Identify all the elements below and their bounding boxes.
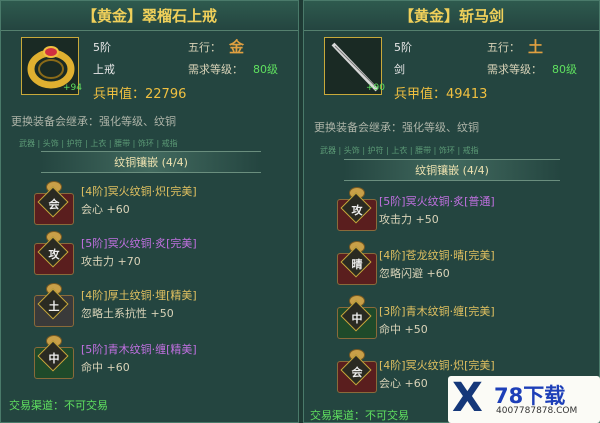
gem-slot-1-icon[interactable]: 会 <box>31 179 77 227</box>
required-level-label: 需求等级： <box>188 63 243 76</box>
gem-name: [5阶]青木纹铜·缠[精美] <box>81 343 197 356</box>
gem-stat: 攻击力 +50 <box>379 213 439 226</box>
item-tooltip-right: 【黄金】斩马剑 +90 5阶 五行： 土 剑 需求等级： 80级 兵甲值：494… <box>303 0 600 423</box>
trade-channel: 交易渠道：不可交易 <box>9 399 108 412</box>
gem-stat: 忽略土系抗性 +50 <box>81 307 174 320</box>
gem-stat: 会心 +60 <box>379 377 428 390</box>
defense-value: 兵甲值：49413 <box>394 87 488 102</box>
gem-stat: 命中 +50 <box>379 323 428 336</box>
gem-name: [3阶]青木纹铜·缠[完美] <box>379 305 495 318</box>
gem-name: [5阶]冥火纹铜·炙[普通] <box>379 195 495 208</box>
element-glyph: 土 <box>528 38 544 56</box>
gem-slot-2-icon[interactable]: 攻 <box>31 229 77 277</box>
gem-name: [4阶]苍龙纹铜·晴[完美] <box>379 249 495 262</box>
watermark-url: 4007787878.COM <box>496 406 578 416</box>
gem-name: [4阶]冥火纹铜·炽[完美] <box>379 359 495 372</box>
section-header: 纹铜镶嵌 (4/4) <box>344 159 560 181</box>
gem-stat: 命中 +60 <box>81 361 130 374</box>
enhance-level: +90 <box>366 83 385 93</box>
item-tier: 5阶 <box>394 41 412 54</box>
item-slot: 上戒 <box>93 63 115 76</box>
item-title: 【黄金】斩马剑 <box>304 1 599 31</box>
item-title: 【黄金】翠榴石上戒 <box>1 1 298 31</box>
gem-slot-1-icon[interactable]: 攻 <box>334 185 380 233</box>
element-label: 五行： <box>188 41 221 54</box>
gem-slot-2-icon[interactable]: 晴 <box>334 239 380 287</box>
section-header: 纹铜镶嵌 (4/4) <box>41 151 261 173</box>
item-tier: 5阶 <box>93 41 111 54</box>
gem-slot-3-icon[interactable]: 土 <box>31 281 77 329</box>
gem-name: [4阶]厚土纹铜·埋[精美] <box>81 289 197 302</box>
required-level-value: 80级 <box>552 63 577 76</box>
inherit-note: 更换装备会继承：强化等级、纹铜 <box>314 121 479 134</box>
watermark-logo-icon: X <box>452 375 483 421</box>
required-level-value: 80级 <box>253 63 278 76</box>
trade-channel: 交易渠道：不可交易 <box>310 409 409 422</box>
gem-name: [5阶]冥火纹铜·炙[完美] <box>81 237 197 250</box>
gem-slot-4-icon[interactable]: 会 <box>334 347 380 395</box>
enhance-level: +94 <box>63 83 82 93</box>
gem-stat: 忽略闪避 +60 <box>379 267 450 280</box>
site-watermark: X 78下载 4007787878.COM <box>448 376 600 423</box>
defense-value: 兵甲值：22796 <box>93 87 187 102</box>
item-tooltip-left: 【黄金】翠榴石上戒 +94 5阶 五行： 金 上戒 需求等级： 80级 兵甲值：… <box>0 0 299 423</box>
gem-stat: 攻击力 +70 <box>81 255 141 268</box>
gem-stat: 会心 +60 <box>81 203 130 216</box>
inherit-note: 更换装备会继承：强化等级、纹铜 <box>11 115 176 128</box>
gem-slot-4-icon[interactable]: 中 <box>31 333 77 381</box>
equipment-tabs[interactable]: 武器 | 头饰 | 护符 | 上衣 | 腰带 | 饰环 | 戒指 <box>19 138 178 149</box>
element-label: 五行： <box>487 41 520 54</box>
equipment-tabs[interactable]: 武器 | 头饰 | 护符 | 上衣 | 腰带 | 饰环 | 戒指 <box>320 145 479 156</box>
element-glyph: 金 <box>229 38 245 56</box>
item-slot: 剑 <box>394 63 405 76</box>
gem-name: [4阶]冥火纹铜·炽[完美] <box>81 185 197 198</box>
gem-slot-3-icon[interactable]: 中 <box>334 293 380 341</box>
required-level-label: 需求等级： <box>487 63 542 76</box>
